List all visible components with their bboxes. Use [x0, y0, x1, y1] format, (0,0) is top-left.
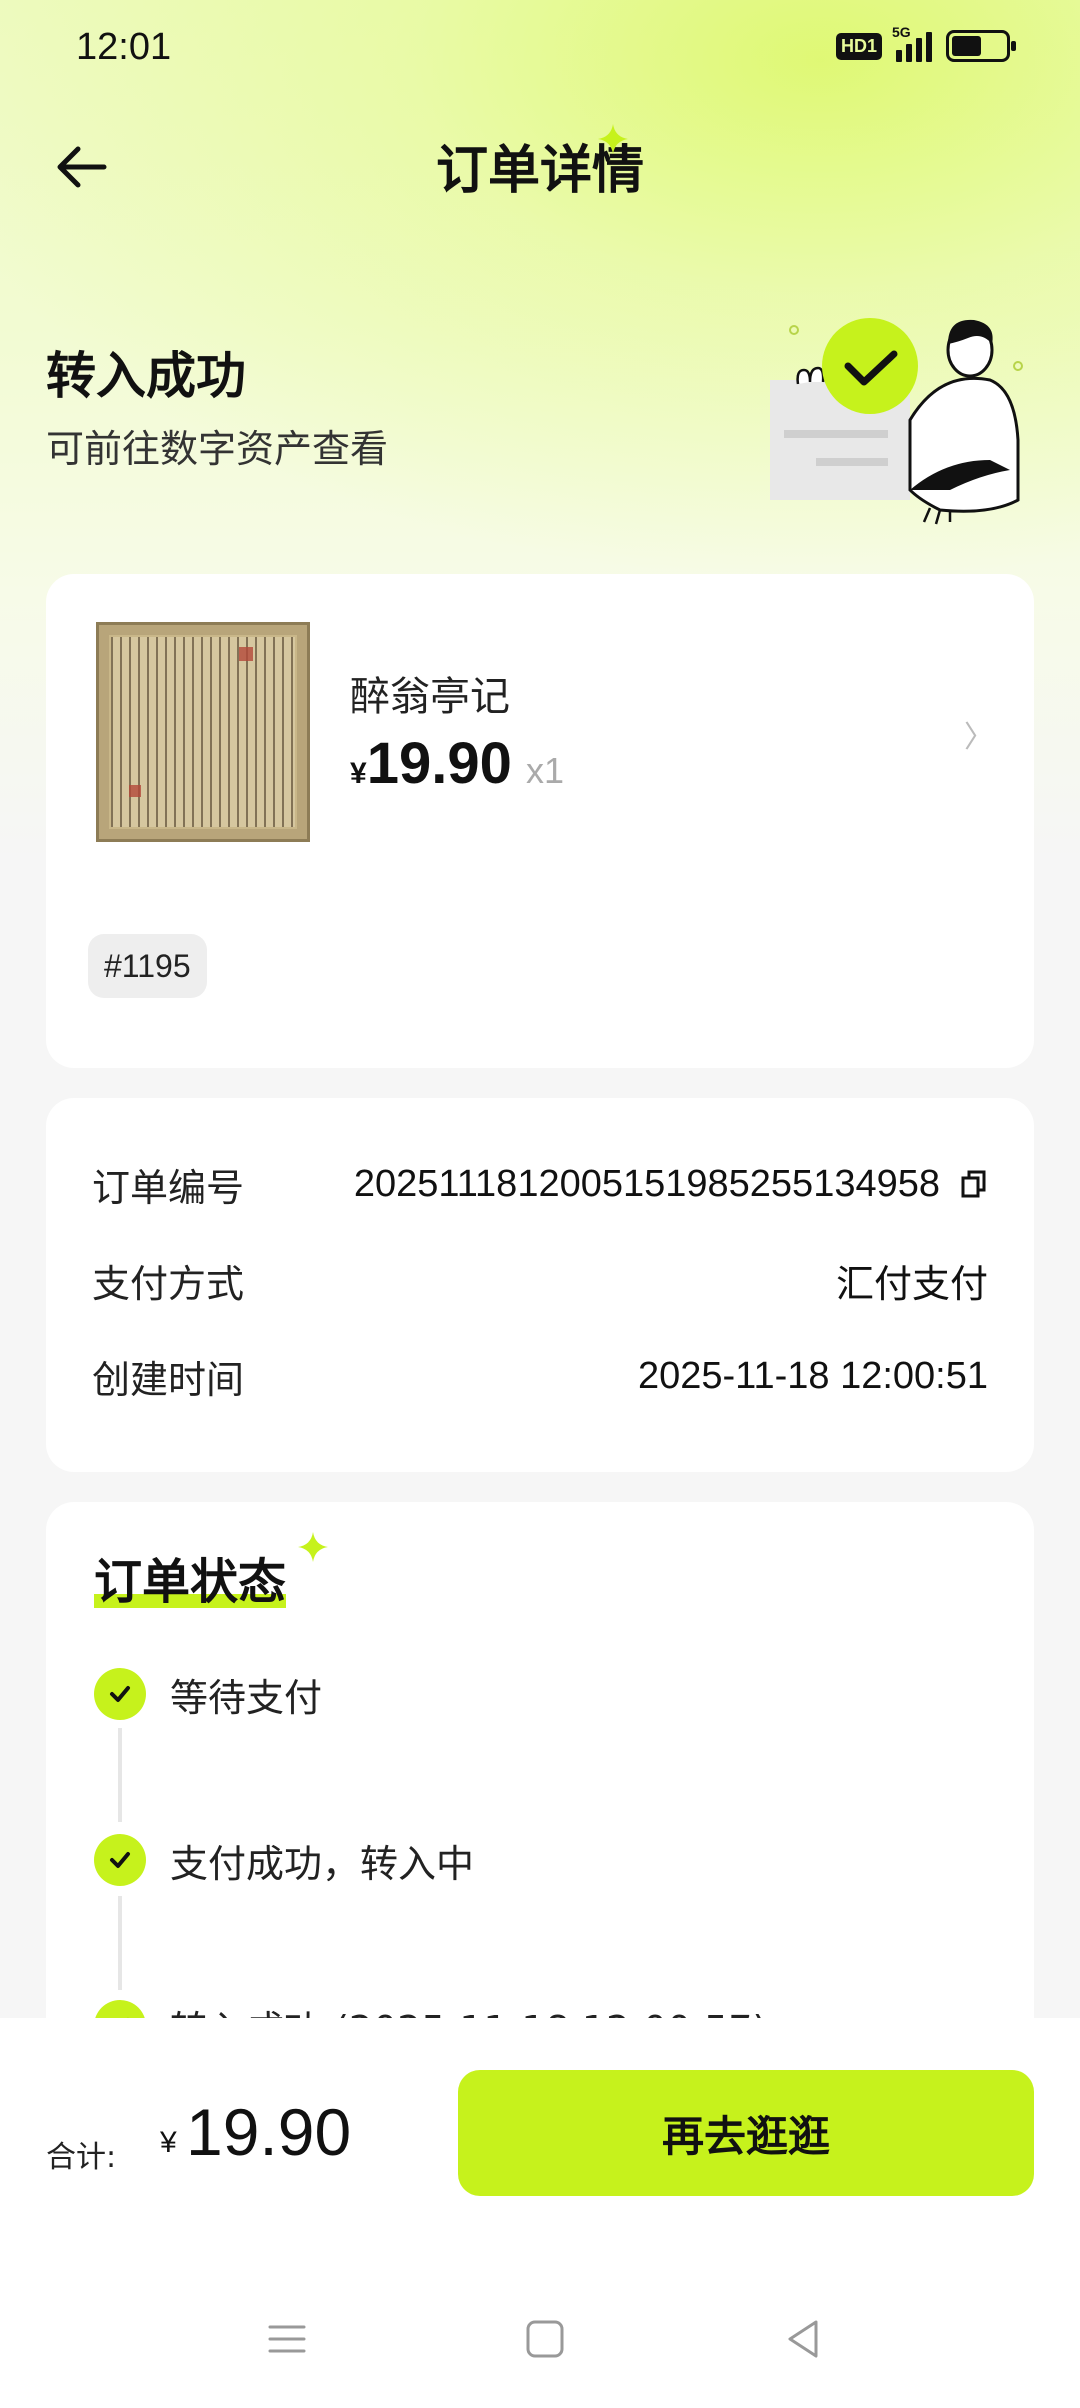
payment-method-row: 支付方式 汇付支付	[92, 1250, 988, 1310]
status-icons: HD1 5G	[835, 24, 1016, 62]
created-time-label: 创建时间	[92, 1357, 245, 1402]
sparkle-icon	[298, 1532, 328, 1562]
status-step-label: 支付成功，转入中	[170, 1841, 475, 1886]
sparkle-icon	[598, 124, 628, 154]
copy-icon[interactable]	[960, 1169, 988, 1199]
created-time-value: 2025-11-18 12:00:51	[637, 1354, 988, 1397]
token-id-badge: #1195	[88, 934, 207, 998]
order-status-card: 订单状态 等待支付 支付成功，转入中 转入成功 (2025-11-18 12:0…	[46, 1502, 1034, 2062]
success-title: 转入成功	[46, 347, 246, 405]
timeline-connector	[118, 1896, 122, 1990]
system-nav-bar	[0, 2290, 1080, 2390]
product-image	[96, 622, 310, 842]
success-subtitle: 可前往数字资产查看	[46, 427, 389, 471]
payment-method-value: 汇付支付	[835, 1261, 988, 1306]
back-triangle-icon[interactable]	[778, 2314, 828, 2364]
order-status-title: 订单状态	[94, 1554, 287, 1610]
status-bar: 12:01 HD1 5G	[0, 0, 1080, 100]
total-label: 合计:	[46, 2140, 117, 2175]
battery-icon	[946, 30, 1016, 62]
order-info-card: 订单编号 2025111812005151985255134958 支付方式 汇…	[46, 1098, 1034, 1472]
chevron-right-icon: 〉	[964, 720, 994, 755]
page-title: 订单详情	[435, 141, 644, 201]
product-quantity: x1	[526, 750, 565, 791]
product-price: ¥19.90	[350, 731, 512, 796]
order-number-row: 订单编号 2025111812005151985255134958	[92, 1154, 988, 1214]
menu-icon[interactable]	[262, 2314, 312, 2364]
total-amount: 19.90	[186, 2095, 352, 2169]
timeline-connector	[118, 1728, 122, 1822]
check-icon	[94, 1834, 146, 1886]
total-currency: ¥	[160, 2126, 177, 2159]
signal-icon: 5G	[892, 24, 932, 62]
hd-icon: HD1	[835, 32, 882, 60]
check-icon	[94, 1668, 146, 1720]
product-name: 醉翁亭记	[350, 674, 510, 720]
payment-method-label: 支付方式	[92, 1261, 245, 1306]
status-time: 12:01	[76, 26, 172, 68]
continue-shopping-button[interactable]: 再去逛逛	[458, 2070, 1034, 2196]
home-icon[interactable]	[520, 2314, 570, 2364]
status-step: 支付成功，转入中	[94, 1832, 474, 1888]
order-number-value: 2025111812005151985255134958	[353, 1162, 940, 1205]
status-step: 等待支付	[94, 1666, 322, 1722]
order-number-label: 订单编号	[92, 1165, 245, 1210]
success-illustration	[770, 318, 1023, 525]
product-card[interactable]: 醉翁亭记 ¥19.90 x1 〉 #1195	[46, 574, 1034, 1068]
created-time-row: 创建时间 2025-11-18 12:00:51	[92, 1346, 988, 1406]
network-type: 5G	[892, 24, 911, 40]
status-step-label: 等待支付	[170, 1675, 323, 1720]
